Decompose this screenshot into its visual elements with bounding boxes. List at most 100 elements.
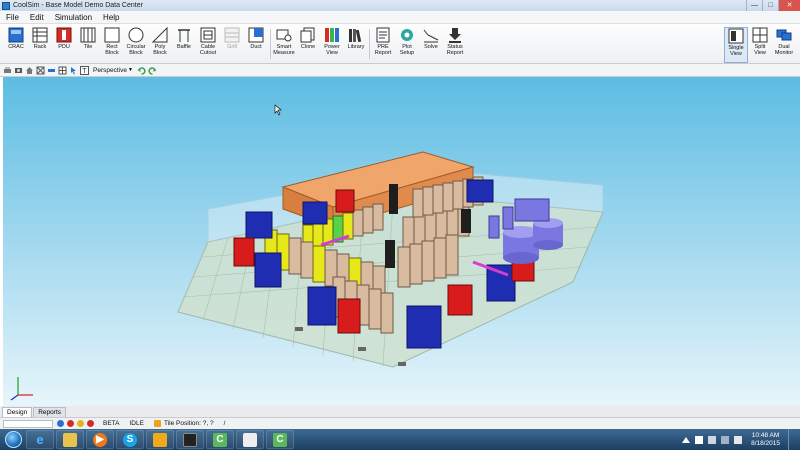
3d-viewport[interactable] [3,77,800,406]
black-unit[interactable] [461,209,471,233]
cable-cutout-tool-button[interactable]: Cable Cutout [196,27,220,63]
rack-tool-button[interactable]: Rack [28,27,52,63]
pointer-icon[interactable] [69,66,78,75]
view-label: Single View [728,45,744,57]
grill-tool-button[interactable]: Grill [220,27,244,63]
split-view-icon [752,27,768,43]
home-icon[interactable] [25,66,34,75]
coolsim-icon: C [213,432,227,447]
tab-design[interactable]: Design [2,407,33,417]
plot-setup-tool-button[interactable]: Plot Setup [395,27,419,63]
crac-unit[interactable] [486,264,516,302]
print-icon[interactable] [3,66,12,75]
tool-label: Cable Cutout [199,44,217,56]
single-view-button[interactable]: Single View [724,27,748,63]
crac-unit[interactable] [406,305,442,349]
pdu-tool-button[interactable]: PDU [52,27,76,63]
red-pdu[interactable] [233,237,255,267]
menu-file[interactable]: File [6,13,19,22]
taskbar-app-explorer[interactable] [56,430,84,449]
show-hidden-icons-icon[interactable] [682,436,691,443]
baffle-tool-button[interactable]: Baffle [172,27,196,63]
status-input-field[interactable] [3,419,53,428]
status-beta: BETA [103,420,120,427]
volume-icon[interactable] [734,435,743,444]
duct-tool-button[interactable]: Duct [244,27,268,63]
tool-label: Power View [324,44,340,56]
tool-label: Grill [227,44,237,50]
red-pdu[interactable] [447,284,473,316]
close-button[interactable]: ✕ [778,0,800,11]
crac-tool-button[interactable]: CRAC [4,27,28,63]
smart-measure-tool-button[interactable]: Smart Measure [272,27,296,63]
minimize-button[interactable]: — [746,0,762,11]
camera-icon[interactable] [14,66,23,75]
taskbar-app-media[interactable]: ▶ [86,430,114,449]
tool-label: Rect Block [105,44,119,56]
coolsim-icon: C [273,432,287,447]
projection-select[interactable]: Perspective [93,67,127,74]
redo-icon[interactable] [148,66,157,75]
measure-icon[interactable] [47,66,56,75]
floor-strip [358,347,366,351]
monitor-icon[interactable] [721,435,730,444]
data-center-model[interactable] [3,77,800,406]
internet-explorer-icon: e [36,432,44,447]
crac-unit[interactable] [466,179,494,203]
menu-help[interactable]: Help [103,13,119,22]
menu-edit[interactable]: Edit [30,13,44,22]
crac-unit[interactable] [254,252,282,288]
grid-icon[interactable] [58,66,67,75]
dual-monitor-button[interactable]: Dual Monitor [772,27,796,63]
taskbar-app-outlook[interactable] [146,430,174,449]
maximize-button[interactable]: □ [762,0,778,11]
tool-label: Poly Block [153,44,167,56]
status-idle: IDLE [129,420,144,427]
status-slash: / [223,420,226,427]
taskbar-app-coolsim[interactable]: C [206,430,234,449]
taskbar-clock[interactable]: 10:48 AM 8/18/2015 [751,432,780,448]
grill-icon [224,27,240,43]
undo-icon[interactable] [137,66,146,75]
status-report-tool-button[interactable]: Status Report [443,27,467,63]
taskbar-app-coolsim-2[interactable]: C [266,430,294,449]
black-unit[interactable] [385,240,395,268]
clone-tool-button[interactable]: Clone [296,27,320,63]
red-pdu[interactable] [337,298,361,334]
tool-label: PRE Report [374,44,392,56]
tile-tool-button[interactable]: Tile [76,27,100,63]
network-icon[interactable] [708,435,717,444]
folder-icon [63,432,77,447]
tab-reports[interactable]: Reports [33,407,66,417]
tile-icon [80,27,96,43]
pre-report-tool-button[interactable]: PRE Report [371,27,395,63]
chevron-down-icon[interactable]: ▼ [128,67,133,73]
dual-monitor-icon [776,29,792,41]
start-button[interactable] [0,429,26,450]
text-icon[interactable]: T [80,65,89,75]
circular-block-tool-button[interactable]: Circular Block [124,27,148,63]
crac-unit[interactable] [302,201,328,225]
black-unit[interactable] [389,184,398,214]
menu-simulation[interactable]: Simulation [55,13,92,22]
taskbar-app-ie[interactable]: e [26,430,54,449]
cable-cutout-icon [200,27,216,43]
library-tool-button[interactable]: Library [344,27,368,63]
crac-unit[interactable] [307,286,337,326]
power-view-tool-button[interactable]: Power View [320,27,344,63]
solve-tool-button[interactable]: Solve [419,27,443,63]
red-pdu[interactable] [335,189,355,213]
flag-icon[interactable] [695,435,704,444]
split-view-button[interactable]: Split View [748,27,772,63]
tool-label: Solve [424,44,438,50]
duct-icon [248,27,264,43]
crac-unit[interactable] [245,211,273,239]
show-desktop-button[interactable] [788,429,796,450]
taskbar-app-browser[interactable] [236,430,264,449]
taskbar-app-skype[interactable]: S [116,430,144,449]
rect-block-tool-button[interactable]: Rect Block [100,27,124,63]
fit-view-icon[interactable] [36,66,45,75]
poly-block-tool-button[interactable]: Poly Block [148,27,172,63]
tool-label: Duct [250,44,262,50]
taskbar-app-recorder[interactable] [176,430,204,449]
